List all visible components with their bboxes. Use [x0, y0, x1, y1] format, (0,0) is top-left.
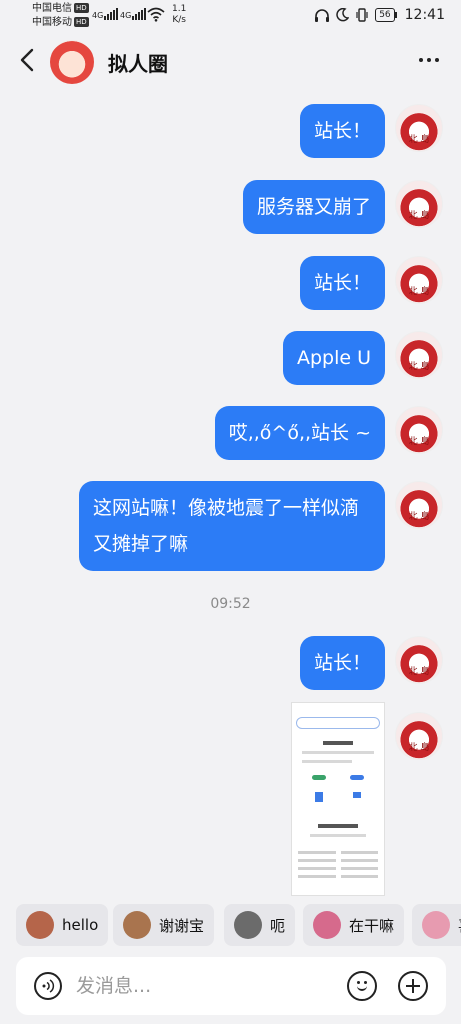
message: 站长！ 北 島: [299, 256, 443, 310]
user-avatar[interactable]: 北 島: [395, 636, 443, 684]
message-bubble[interactable]: 哎,,ő^ő,,站长 ~: [214, 406, 385, 460]
message-list[interactable]: 站长！ 北 島 服务器又崩了 北 島 站长！ 北 島 Apple U 北 島 哎…: [0, 90, 461, 896]
quick-reply-happy[interactable]: 喜: [412, 904, 461, 946]
chat-header: 拟人圈: [0, 32, 461, 90]
message: 服务器又崩了 北 島: [242, 180, 443, 234]
message-bubble[interactable]: 站长！: [299, 636, 385, 690]
group-avatar[interactable]: [50, 40, 94, 84]
signal-icon: 4G: [120, 8, 147, 20]
monkey-sticker-icon: [26, 911, 54, 939]
user-avatar[interactable]: 北 島: [395, 406, 443, 454]
image-message-screenshot[interactable]: [291, 702, 385, 896]
monkey-sticker-icon: [123, 911, 151, 939]
carrier-1: 中国电信 HD: [32, 3, 89, 14]
message-bubble[interactable]: 服务器又崩了: [242, 180, 385, 234]
vibrate-icon: [356, 8, 368, 22]
message-timestamp: 09:52: [210, 596, 251, 612]
emoji-icon[interactable]: [347, 971, 377, 1001]
message-bubble[interactable]: 站长！: [299, 256, 385, 310]
message-bubble[interactable]: 这网站嘛！像被地震了一样似滴又摊掉了嘛: [79, 481, 385, 571]
user-avatar[interactable]: 北 島: [395, 180, 443, 228]
plus-icon[interactable]: [398, 971, 428, 1001]
user-avatar[interactable]: 北 島: [395, 256, 443, 304]
message: 站长！ 北 島: [299, 104, 443, 158]
quick-reply-what-doing[interactable]: 在干嘛: [303, 904, 405, 946]
wifi-icon: [147, 7, 165, 22]
character-sticker-icon: [422, 911, 450, 939]
carrier-2: 中国移动 HD: [32, 17, 89, 28]
quick-reply-thanks[interactable]: 谢谢宝: [113, 904, 215, 946]
headphones-icon: [315, 9, 330, 22]
cat-sticker-icon: [234, 911, 262, 939]
quick-reply-uh[interactable]: 呃: [224, 904, 296, 946]
status-bar: 中国电信 HD 中国移动 HD 4G 4G 1.1 K/s 56 12:41: [0, 0, 461, 32]
hd-badge: HD: [74, 17, 89, 27]
back-arrow-icon[interactable]: [18, 48, 38, 72]
battery-icon: 56: [375, 8, 398, 22]
message: Apple U 北 島: [282, 331, 443, 385]
user-avatar[interactable]: 北 島: [395, 104, 443, 152]
signal-icon: 4G: [92, 8, 119, 20]
quick-reply-hello[interactable]: hello: [16, 904, 109, 946]
moon-icon: [336, 8, 350, 22]
message-input-bar: [16, 957, 446, 1015]
clock: 12:41: [404, 7, 445, 23]
user-avatar[interactable]: 北 島: [395, 712, 443, 760]
message-bubble[interactable]: 站长！: [299, 104, 385, 158]
more-options-icon[interactable]: [419, 58, 439, 62]
chat-title[interactable]: 拟人圈: [108, 48, 168, 77]
message-input[interactable]: [76, 971, 306, 1001]
net-speed: 1.1 K/s: [172, 4, 187, 25]
message: 哎,,ő^ő,,站长 ~ 北 島: [214, 406, 443, 460]
voice-input-icon[interactable]: [34, 972, 62, 1000]
quick-reply-bar: hello 谢谢宝 呃 在干嘛 喜: [0, 904, 461, 948]
status-right: 56 12:41: [314, 7, 445, 23]
user-avatar[interactable]: 北 島: [395, 481, 443, 529]
message: 站长！ 北 島: [299, 636, 443, 690]
message-bubble[interactable]: Apple U: [282, 331, 385, 385]
user-avatar[interactable]: 北 島: [395, 331, 443, 379]
character-sticker-icon: [313, 911, 341, 939]
hd-badge: HD: [74, 3, 89, 13]
message: 这网站嘛！像被地震了一样似滴又摊掉了嘛 北 島: [79, 481, 443, 571]
